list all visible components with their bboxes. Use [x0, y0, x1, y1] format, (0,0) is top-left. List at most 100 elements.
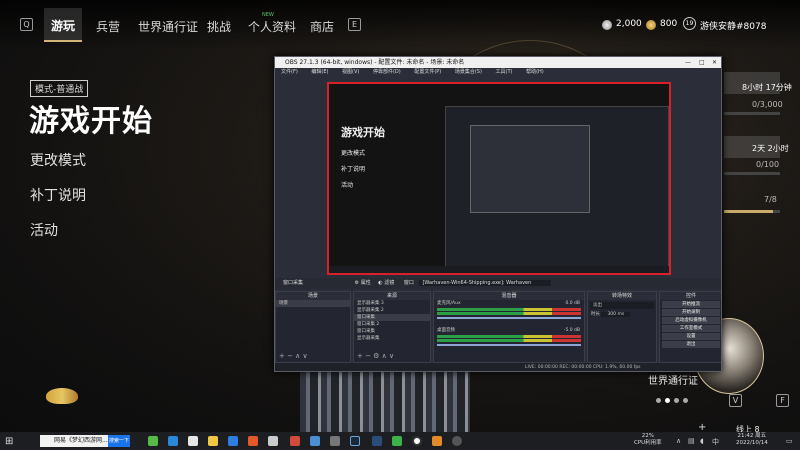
- properties-button[interactable]: 属性: [361, 280, 371, 286]
- obs-titlebar[interactable]: OBS 27.1.3 (64-bit, windows) - 配置文件: 未命名…: [275, 57, 721, 68]
- mode-badge[interactable]: 模式-普通战: [30, 80, 89, 97]
- start-recording-button[interactable]: 开始录制: [662, 309, 720, 316]
- chrome-icon[interactable]: [290, 436, 300, 446]
- obs-icon[interactable]: [412, 436, 422, 446]
- volume-icon[interactable]: ◖: [700, 437, 704, 445]
- v-key-hint: V: [729, 394, 742, 407]
- window-select[interactable]: [Warhaven-Win64-Shipping.exe]: Warhaven: [419, 280, 552, 286]
- carousel-dot[interactable]: [656, 398, 661, 403]
- controls-dock: 控件 开始推流 开始录制 启动虚拟摄像机 工作室模式 设置 退出: [659, 291, 721, 363]
- nav-tab-world-pass[interactable]: 世界通行证: [138, 18, 198, 35]
- challenge-progress-bar: [724, 210, 780, 213]
- network-icon[interactable]: ▤: [688, 437, 695, 445]
- menu-docks[interactable]: 停靠部件(D): [373, 69, 401, 75]
- ime-icon[interactable]: 中: [712, 437, 719, 447]
- change-mode-button[interactable]: 更改模式: [30, 150, 86, 170]
- app-icon[interactable]: [148, 436, 158, 446]
- menu-help[interactable]: 帮助(H): [526, 69, 544, 75]
- studio-mode-button[interactable]: 工作室模式: [662, 325, 720, 332]
- obs-preview[interactable]: 游戏开始 更改模式 补丁说明 活动: [327, 82, 671, 275]
- nav-tab-store[interactable]: 商店: [310, 18, 334, 35]
- gear-icon[interactable]: ⚙: [355, 280, 359, 286]
- app-icon[interactable]: [268, 436, 278, 446]
- selected-source-name: 窗口采集: [283, 280, 304, 286]
- filter-icon[interactable]: ◐: [378, 280, 382, 286]
- source-item[interactable]: 显示器采集 3: [354, 300, 430, 307]
- events-button[interactable]: 活动: [30, 220, 58, 240]
- exit-button[interactable]: 退出: [662, 341, 720, 348]
- source-toolbar[interactable]: + − ⚙ ∧ ∨: [357, 352, 394, 360]
- obs-window[interactable]: OBS 27.1.3 (64-bit, windows) - 配置文件: 未命名…: [274, 56, 722, 372]
- nav-tab-profile[interactable]: 个人资料: [248, 18, 296, 35]
- filters-button[interactable]: 滤镜: [384, 280, 394, 286]
- app-icon[interactable]: [188, 436, 198, 446]
- close-icon[interactable]: ✕: [712, 57, 717, 68]
- duration-input[interactable]: 300 ms: [601, 312, 631, 317]
- carousel-dot[interactable]: [674, 398, 679, 403]
- menu-edit[interactable]: 编辑(E): [311, 69, 328, 75]
- folder-icon[interactable]: [208, 436, 218, 446]
- wechat-icon[interactable]: [392, 436, 402, 446]
- volume-slider[interactable]: [437, 344, 581, 346]
- silver-coin-icon: [602, 20, 612, 30]
- settings-button[interactable]: 设置: [662, 333, 720, 340]
- world-pass-label[interactable]: 世界通行证: [648, 372, 698, 387]
- volume-slider[interactable]: [437, 317, 581, 319]
- app-icon[interactable]: [432, 436, 442, 446]
- gold-amount: 800: [660, 19, 678, 29]
- app-icon[interactable]: [452, 436, 462, 446]
- cpu-usage-widget[interactable]: 22% CPU利用率: [634, 433, 662, 447]
- challenge-progress: 0/3,000: [752, 100, 783, 109]
- taskbar-search-button[interactable]: 搜索一下: [108, 435, 130, 447]
- scene-item[interactable]: 场景: [276, 300, 350, 307]
- preview-menu-item: 补丁说明: [341, 166, 366, 173]
- audio-meter: [437, 312, 581, 315]
- edge-icon[interactable]: [168, 436, 178, 446]
- username[interactable]: 游侠安静#8078: [700, 19, 766, 32]
- menu-profile[interactable]: 配置文件(P): [414, 69, 441, 75]
- source-item[interactable]: 窗口采集 2: [354, 321, 430, 328]
- source-item[interactable]: 窗口采集: [354, 328, 430, 335]
- nav-tab-challenge[interactable]: 挑战: [207, 18, 231, 35]
- obs-status-bar: LIVE: 00:00:00 REC: 00:00:00 CPU: 1.9%, …: [275, 363, 721, 371]
- start-streaming-button[interactable]: 开始推流: [662, 301, 720, 308]
- plus-icon[interactable]: +: [698, 422, 706, 432]
- taskbar-clock[interactable]: 21:42 周五 2022/10/14: [736, 433, 768, 447]
- app-icon[interactable]: [248, 436, 258, 446]
- notification-icon[interactable]: ▭: [786, 437, 793, 445]
- maximize-icon[interactable]: □: [699, 57, 705, 68]
- app-icon[interactable]: [310, 436, 320, 446]
- sources-header: 来源: [354, 292, 430, 300]
- windows-start-icon[interactable]: ⊞: [5, 436, 13, 447]
- menu-view[interactable]: 视图(V): [342, 69, 359, 75]
- menu-file[interactable]: 文件(F): [281, 69, 298, 75]
- steam-icon[interactable]: [350, 436, 360, 446]
- online-friends[interactable]: 线上 8: [736, 424, 760, 432]
- obs-source-toolbar: 窗口采集 ⚙ 属性 ◐ 滤镜 窗口 [Warhaven-Win64-Shippi…: [275, 278, 721, 289]
- challenge-timer: 2天 2小时: [752, 144, 789, 153]
- carousel-dot-active[interactable]: [665, 398, 670, 403]
- nav-tab-play[interactable]: 游玩: [44, 8, 82, 42]
- windows-taskbar: ⊞ 网易《梦幻西游网... 搜索一下 22% CPU利用率 ∧ ▤ ◖ 中 21…: [0, 432, 800, 450]
- tray-chevron-icon[interactable]: ∧: [676, 437, 681, 445]
- obs-title-text: OBS 27.1.3 (64-bit, windows) - 配置文件: 未命名…: [285, 59, 465, 66]
- top-navigation: Q 游玩 兵营 世界通行证 挑战 NEW 个人资料 商店 E 2,000 800…: [0, 0, 800, 50]
- source-item[interactable]: 窗口采集: [354, 314, 430, 321]
- scene-toolbar[interactable]: + − ∧ ∨: [279, 352, 308, 360]
- start-game-button[interactable]: 游戏开始: [29, 96, 153, 140]
- nav-tab-barracks[interactable]: 兵营: [96, 18, 120, 35]
- virtual-camera-button[interactable]: 启动虚拟摄像机: [662, 317, 720, 324]
- carousel-dot[interactable]: [683, 398, 688, 403]
- transition-select[interactable]: 淡出: [590, 302, 654, 309]
- source-item[interactable]: 显示器采集: [354, 335, 430, 342]
- challenge-progress-bar: [724, 172, 780, 175]
- menu-scene-collection[interactable]: 场景集合(S): [455, 69, 482, 75]
- menu-tools[interactable]: 工具(T): [496, 69, 513, 75]
- app-icon[interactable]: [372, 436, 382, 446]
- minimize-icon[interactable]: —: [685, 57, 691, 68]
- app-icon[interactable]: [330, 436, 340, 446]
- audio-meter: [437, 339, 581, 342]
- app-icon[interactable]: [228, 436, 238, 446]
- patch-notes-button[interactable]: 补丁说明: [30, 185, 86, 205]
- source-item[interactable]: 显示器采集 2: [354, 307, 430, 314]
